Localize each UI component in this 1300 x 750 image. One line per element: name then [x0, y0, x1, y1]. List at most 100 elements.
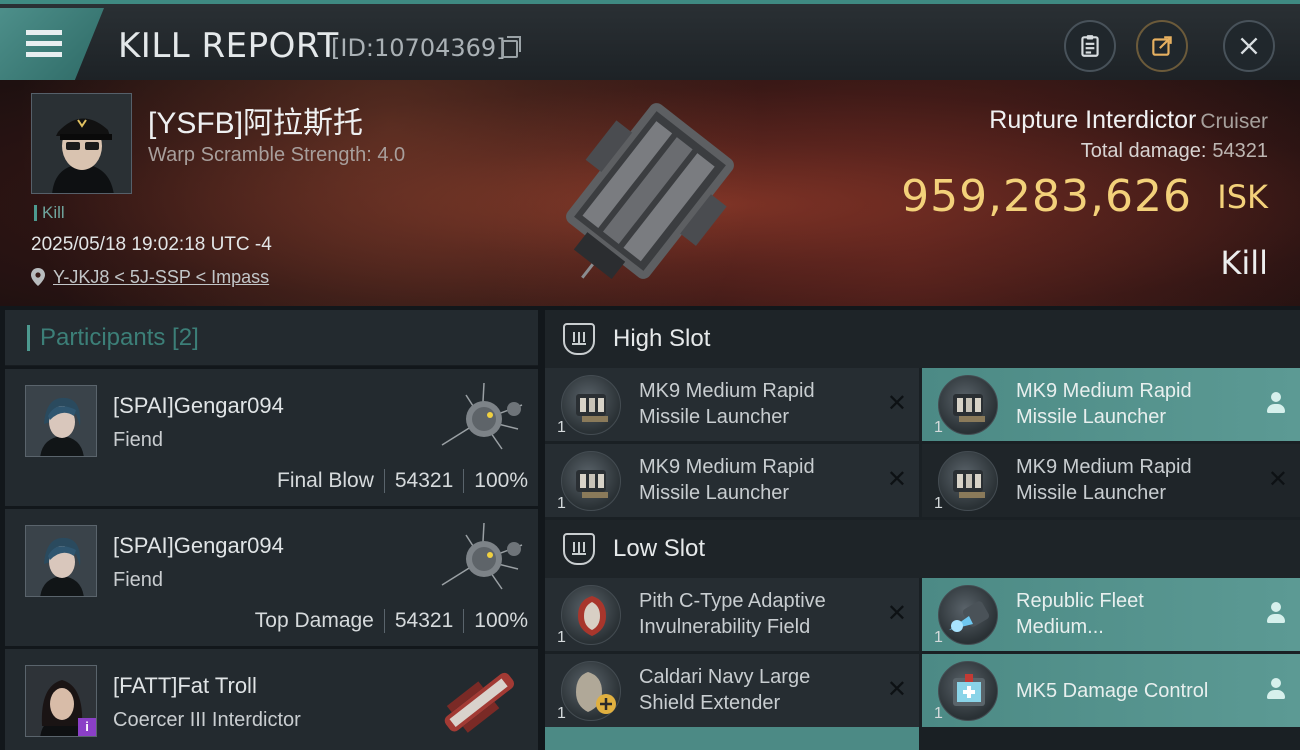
total-damage-label: Total damage: [1080, 140, 1207, 162]
participant-ship: Fiend [113, 429, 164, 451]
participant-name[interactable]: [FATT]Fat Troll [113, 673, 257, 699]
damage-control-icon [938, 661, 998, 721]
participant-avatar[interactable] [25, 525, 97, 597]
clipboard-button[interactable] [1064, 20, 1116, 72]
share-button[interactable] [1136, 20, 1188, 72]
fitting-panel: High Slot 1 MK9 Medium Rapid Missile Lau… [545, 310, 1300, 750]
module-card[interactable]: 1 Caldari Navy Large Shield Extender ✕ [545, 654, 919, 727]
missile-launcher-icon [938, 451, 998, 511]
destroyed-icon: ✕ [886, 676, 907, 703]
participant-stats: Top Damage 54321 100% [255, 609, 528, 633]
hamburger-icon [26, 30, 62, 58]
module-name: MK9 Medium Rapid Missile Launcher [1016, 380, 1192, 428]
module-card[interactable]: 1 MK9 Medium Rapid Missile Launcher ✕ [922, 444, 1300, 517]
participant-row[interactable]: [SPAI]Gengar094 Fiend Top Damage 54321 1… [5, 509, 538, 646]
participant-ship-image [441, 382, 523, 450]
participant-ship-image [441, 522, 523, 590]
participant-percent: 100% [474, 609, 528, 632]
thruster-module-icon [938, 585, 998, 645]
participant-name[interactable]: [SPAI]Gengar094 [113, 533, 284, 559]
close-button[interactable] [1223, 20, 1275, 72]
missile-launcher-icon [561, 451, 621, 511]
victim-ship-image [566, 103, 734, 280]
victim-avatar[interactable] [31, 93, 132, 194]
module-card[interactable]: 1 Republic Fleet Medium... [922, 578, 1300, 651]
warp-scramble-strength: Warp Scramble Strength: 4.0 [148, 144, 406, 166]
kill-location[interactable]: Y-JKJ8 < 5J-SSP < Impass [31, 267, 269, 288]
destroyed-icon: ✕ [886, 390, 907, 417]
share-icon [1152, 36, 1172, 56]
pilot-portrait-icon [26, 386, 96, 456]
ship-name: Rupture Interdictor [989, 106, 1197, 134]
header-bar: KILL REPORT [ID:10704369] [0, 0, 1300, 80]
total-damage-value: 54321 [1212, 140, 1268, 162]
low-slot-header: Low Slot [545, 520, 1300, 578]
module-quantity: 1 [934, 629, 943, 646]
isk-unit: ISK [1217, 178, 1268, 216]
pilot-portrait-icon [32, 94, 131, 193]
header-accent-bar [27, 324, 30, 351]
module-card[interactable]: 1 MK5 Damage Control [922, 654, 1300, 727]
participant-avatar[interactable] [25, 385, 97, 457]
participant-damage: 54321 [394, 469, 454, 492]
module-card[interactable]: 1 MK9 Medium Rapid Missile Launcher ✕ [545, 368, 919, 441]
participants-title: Participants [2] [40, 323, 199, 351]
stat-divider [383, 609, 385, 633]
module-name: Caldari Navy Large Shield Extender [639, 666, 811, 714]
low-slot-grid: 1 Pith C-Type Adaptive Invulnerability F… [545, 578, 1300, 727]
ship-type: Cruiser [1200, 110, 1268, 133]
kill-result: Kill [1220, 244, 1268, 282]
module-name: MK5 Damage Control [1016, 680, 1209, 702]
stat-divider [463, 469, 465, 493]
module-card[interactable]: 1 MK9 Medium Rapid Missile Launcher [922, 368, 1300, 441]
module-quantity: 1 [934, 419, 943, 436]
participant-name[interactable]: [SPAI]Gengar094 [113, 393, 284, 419]
module-card[interactable]: 1 MK9 Medium Rapid Missile Launcher ✕ [545, 444, 919, 517]
victim-name[interactable]: [YSFB]阿拉斯托 [148, 98, 363, 142]
participant-row[interactable]: i [FATT]Fat Troll Coercer III Interdicto… [5, 649, 538, 750]
high-slot-grid: 1 MK9 Medium Rapid Missile Launcher ✕ 1 … [545, 368, 1300, 517]
participant-percent: 100% [474, 469, 528, 492]
info-badge: i [78, 718, 96, 736]
high-slot-icon [563, 323, 595, 355]
module-name: MK9 Medium Rapid Missile Launcher [639, 456, 815, 504]
module-quantity: 1 [934, 705, 943, 722]
menu-button[interactable] [0, 8, 104, 80]
pilot-portrait-icon [26, 526, 96, 596]
participant-ship: Fiend [113, 569, 164, 591]
module-quantity: 1 [934, 495, 943, 512]
module-name: MK9 Medium Rapid Missile Launcher [1016, 456, 1192, 504]
participant-role: Top Damage [254, 609, 374, 632]
low-slot-title: Low Slot [613, 535, 706, 562]
module-name: Republic Fleet Medium... [1016, 590, 1144, 638]
participant-avatar[interactable]: i [25, 665, 97, 737]
module-quantity: 1 [557, 419, 566, 436]
copy-icon[interactable] [502, 36, 521, 58]
participant-row[interactable]: [SPAI]Gengar094 Fiend Final Blow 54321 1… [5, 369, 538, 506]
stat-divider [383, 469, 385, 493]
participant-ship: Coercer III Interdictor [113, 709, 301, 731]
location-link[interactable]: Y-JKJ8 < 5J-SSP < Impass [53, 267, 269, 287]
module-card[interactable]: 1 Pith C-Type Adaptive Invulnerability F… [545, 578, 919, 651]
participant-stats: Final Blow 54321 100% [277, 469, 528, 493]
missile-launcher-icon [561, 375, 621, 435]
high-slot-header: High Slot [545, 310, 1300, 368]
shield-extender-icon [561, 661, 621, 721]
high-slot-title: High Slot [613, 325, 711, 352]
victim-ship-class: Rupture Interdictor Cruiser [989, 106, 1268, 135]
module-name: Pith C-Type Adaptive Invulnerability Fie… [639, 590, 826, 638]
dropped-person-icon [1266, 392, 1286, 414]
module-quantity: 1 [557, 495, 566, 512]
dropped-person-icon [1266, 602, 1286, 624]
participant-ship-image [444, 672, 515, 733]
kill-banner: [YSFB]阿拉斯托 Warp Scramble Strength: 4.0 K… [0, 80, 1300, 306]
close-icon [1240, 37, 1258, 55]
participants-header: Participants [2] [5, 310, 538, 366]
stat-divider [463, 609, 465, 633]
module-card-partial[interactable] [545, 727, 919, 750]
shield-module-icon [561, 585, 621, 645]
module-name: MK9 Medium Rapid Missile Launcher [639, 380, 815, 428]
page-title: KILL REPORT [118, 26, 339, 66]
dropped-person-icon [1266, 678, 1286, 700]
clipboard-icon [1081, 35, 1099, 57]
